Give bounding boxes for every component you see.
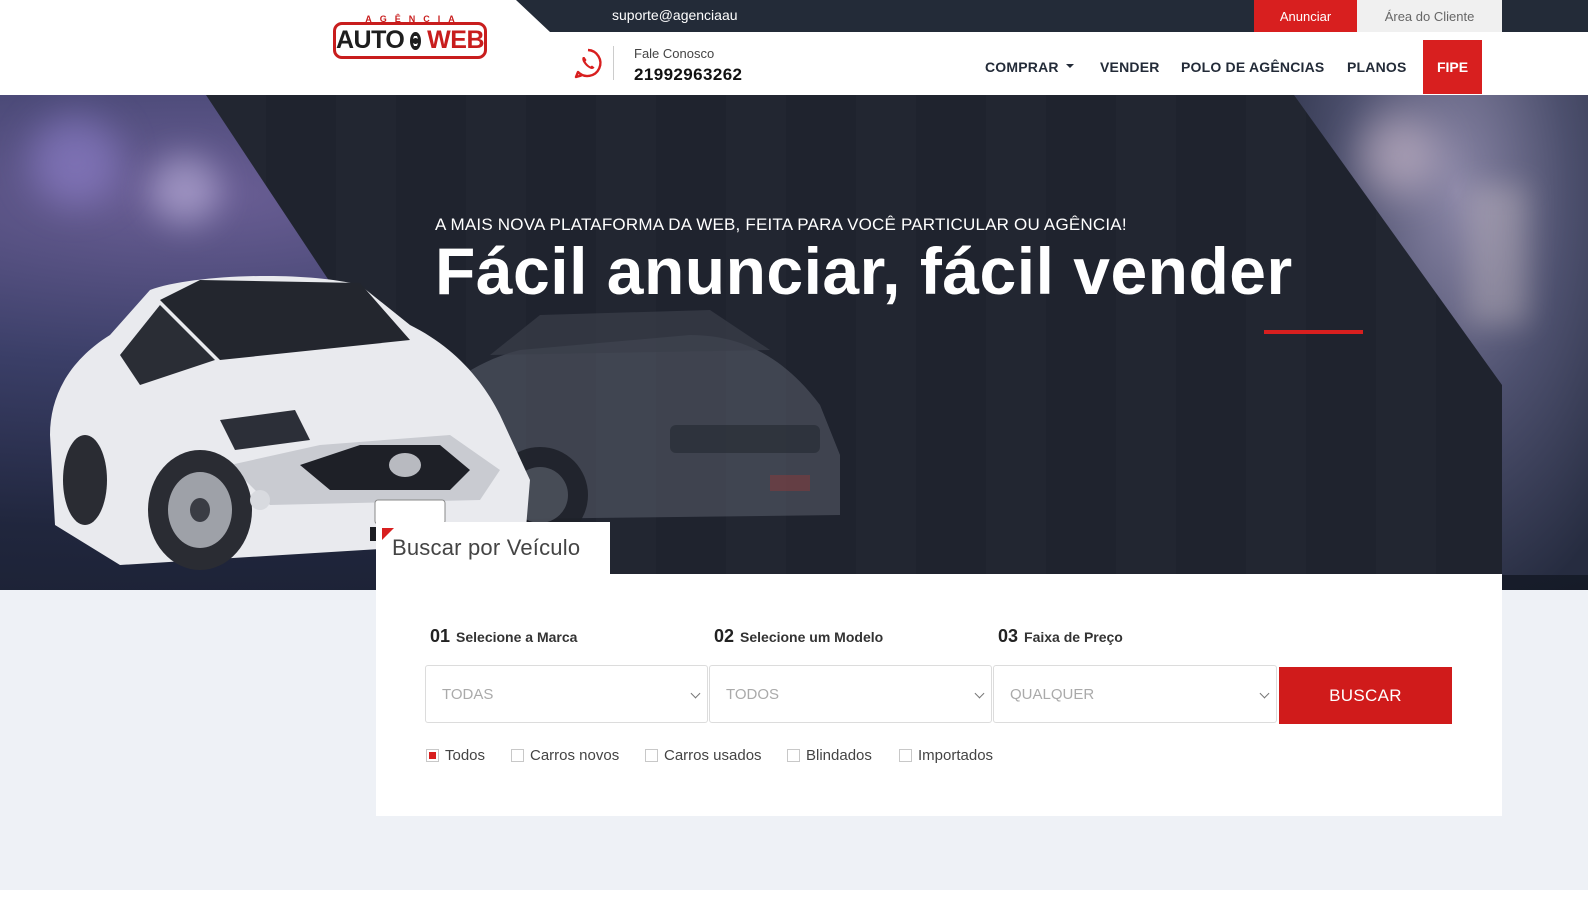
filter-label: Carros novos — [530, 747, 620, 764]
contact-label: Fale Conosco — [634, 46, 715, 61]
caret-down-icon — [1065, 64, 1074, 69]
step-label: Faixa de Preço — [1024, 629, 1123, 645]
preco-select[interactable]: QUALQUER — [993, 665, 1277, 723]
nav-polo-agencias[interactable]: POLO DE AGÊNCIAS — [1181, 58, 1324, 76]
filter-carros-novos[interactable]: Carros novos — [511, 747, 619, 764]
bokeh-light — [1358, 115, 1438, 195]
filter-carros-usados[interactable]: Carros usados — [645, 747, 762, 764]
hero-banner: A MAIS NOVA PLATAFORMA DA WEB, FEITA PAR… — [0, 95, 1588, 590]
chevron-down-icon — [1259, 688, 1270, 699]
logo-auto-text: AUTO — [336, 26, 405, 54]
preco-select-value: QUALQUER — [1010, 685, 1095, 703]
contact-phone[interactable]: 21992963262 — [634, 65, 742, 85]
filter-label: Blindados — [806, 747, 872, 764]
nav-comprar-label: COMPRAR — [985, 59, 1059, 75]
step-modelo-label: 02 Selecione um Modelo — [714, 626, 883, 647]
support-email[interactable]: suporte@agenciaau — [612, 6, 738, 24]
checkbox[interactable] — [899, 749, 912, 762]
logo[interactable]: AGÊNCIA AUTO WEB — [332, 14, 488, 62]
hero-title-underline — [1264, 330, 1363, 334]
filter-label: Carros usados — [664, 747, 762, 764]
step-number: 01 — [430, 626, 451, 646]
checkbox[interactable] — [426, 749, 439, 762]
area-cliente-button[interactable]: Área do Cliente — [1357, 0, 1502, 32]
marca-select[interactable]: TODAS — [425, 665, 708, 723]
nav-comprar[interactable]: COMPRAR — [985, 58, 1074, 76]
wheel-icon — [410, 31, 422, 50]
chevron-down-icon — [690, 688, 701, 699]
checkbox[interactable] — [645, 749, 658, 762]
hero-title: Fácil anunciar, fácil vender — [435, 234, 1293, 308]
checkbox[interactable] — [511, 749, 524, 762]
bokeh-light — [30, 115, 120, 205]
step-label: Selecione a Marca — [456, 629, 578, 645]
marca-select-value: TODAS — [442, 685, 494, 703]
logo-web-text: WEB — [427, 26, 484, 54]
filter-blindados[interactable]: Blindados — [787, 747, 872, 764]
page: suporte@agenciaau Anunciar Área do Clien… — [0, 0, 1588, 916]
anunciar-button[interactable]: Anunciar — [1254, 0, 1357, 32]
buscar-button[interactable]: BUSCAR — [1279, 667, 1452, 724]
modelo-select[interactable]: TODOS — [709, 665, 992, 723]
filter-importados[interactable]: Importados — [899, 747, 993, 764]
nav-fipe[interactable]: FIPE — [1423, 40, 1482, 94]
whatsapp-icon[interactable] — [572, 47, 604, 79]
checkbox[interactable] — [787, 749, 800, 762]
step-number: 03 — [998, 626, 1019, 646]
bokeh-light — [150, 155, 220, 225]
search-tab-label: Buscar por Veículo — [392, 535, 581, 560]
nav-vender[interactable]: VENDER — [1100, 58, 1160, 76]
filter-label: Importados — [918, 747, 994, 764]
filter-label: Todos — [445, 747, 486, 764]
bokeh-light — [1468, 185, 1528, 325]
step-preco-label: 03 Faixa de Preço — [998, 626, 1123, 647]
chevron-down-icon — [974, 688, 985, 699]
contact-divider — [613, 46, 614, 80]
nav-planos[interactable]: PLANOS — [1347, 58, 1407, 76]
modelo-select-value: TODOS — [726, 685, 780, 703]
filter-todos[interactable]: Todos — [426, 747, 485, 764]
step-number: 02 — [714, 626, 735, 646]
step-marca-label: 01 Selecione a Marca — [430, 626, 577, 647]
logo-box: AUTO WEB — [333, 22, 487, 59]
step-label: Selecione um Modelo — [740, 629, 884, 645]
